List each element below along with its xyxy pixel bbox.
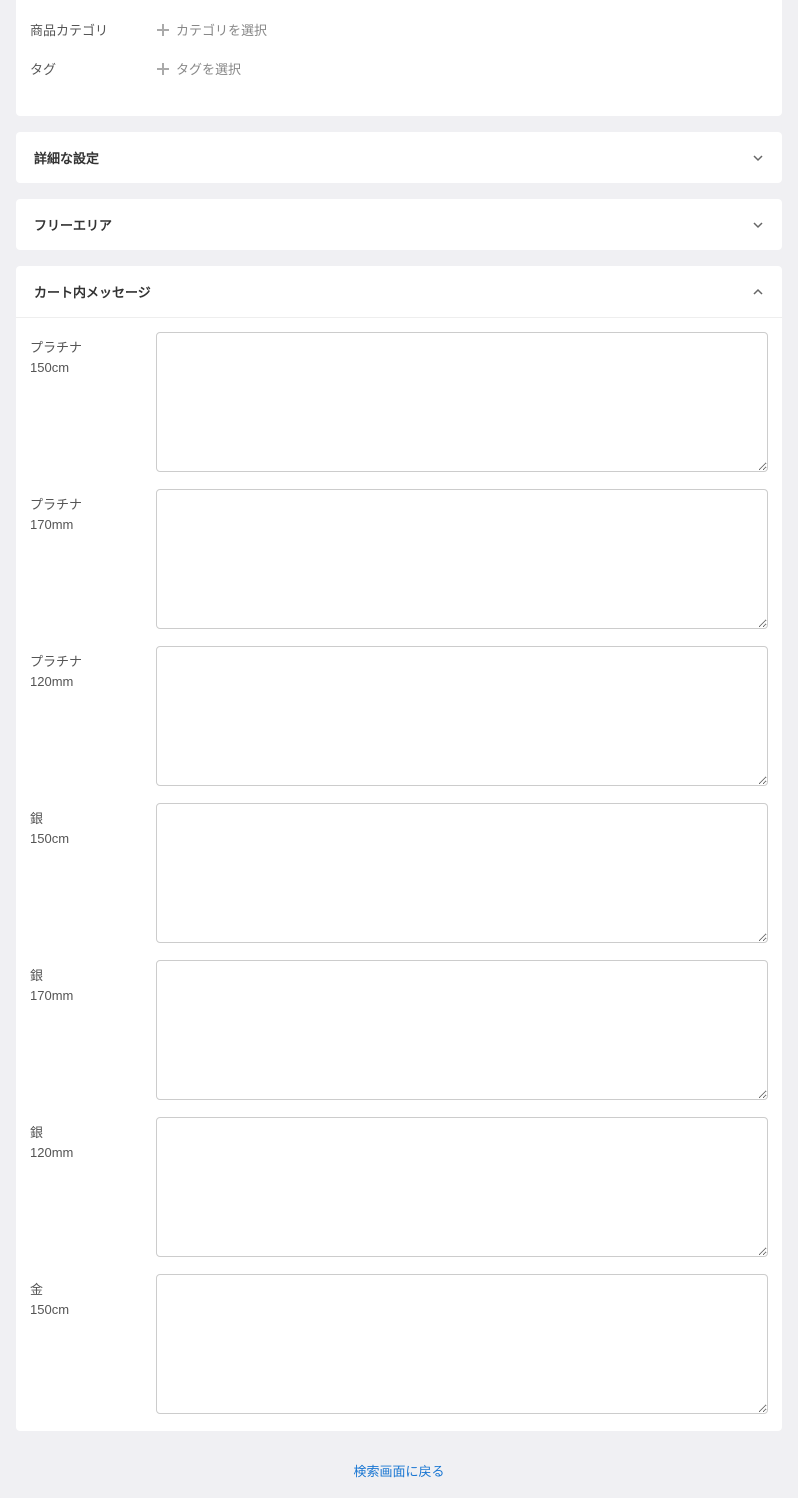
cart-message-field: [156, 332, 768, 475]
cart-message-row: 銀 150cm: [30, 803, 768, 946]
free-area-panel: フリーエリア: [16, 199, 782, 250]
cart-message-label: 銀 150cm: [30, 803, 156, 848]
cart-message-label: プラチナ 120mm: [30, 646, 156, 691]
cart-message-body: プラチナ 150cm プラチナ 170mm プラチナ 120mm 銀 150cm 銀 1…: [16, 317, 782, 1431]
free-area-title: フリーエリア: [34, 215, 112, 234]
cart-message-label: プラチナ 150cm: [30, 332, 156, 377]
category-label: 商品カテゴリ: [30, 20, 156, 39]
advanced-settings-panel: 詳細な設定: [16, 132, 782, 183]
cart-message-field: [156, 489, 768, 632]
advanced-settings-title: 詳細な設定: [34, 148, 99, 167]
cart-message-row: プラチナ 170mm: [30, 489, 768, 632]
cart-message-row: プラチナ 120mm: [30, 646, 768, 789]
cart-message-textarea[interactable]: [156, 1274, 768, 1414]
select-category-text: カテゴリを選択: [176, 20, 267, 39]
tag-row: タグ タグを選択: [30, 49, 768, 88]
cart-message-field: [156, 960, 768, 1103]
cart-message-row: 銀 120mm: [30, 1117, 768, 1260]
advanced-settings-header[interactable]: 詳細な設定: [16, 132, 782, 183]
cart-message-textarea[interactable]: [156, 646, 768, 786]
cart-message-textarea[interactable]: [156, 803, 768, 943]
cart-message-header[interactable]: カート内メッセージ: [16, 266, 782, 317]
cart-message-label: 金 150cm: [30, 1274, 156, 1319]
chevron-up-icon: [752, 286, 764, 298]
plus-icon: [156, 23, 170, 37]
cart-message-row: 銀 170mm: [30, 960, 768, 1103]
free-area-header[interactable]: フリーエリア: [16, 199, 782, 250]
chevron-down-icon: [752, 219, 764, 231]
category-row: 商品カテゴリ カテゴリを選択: [30, 10, 768, 49]
cart-message-field: [156, 1117, 768, 1260]
plus-icon: [156, 62, 170, 76]
cart-message-field: [156, 1274, 768, 1417]
cart-message-panel: カート内メッセージ プラチナ 150cm プラチナ 170mm プラチナ 120mm…: [16, 266, 782, 1431]
cart-message-field: [156, 646, 768, 789]
chevron-down-icon: [752, 152, 764, 164]
cart-message-textarea[interactable]: [156, 1117, 768, 1257]
meta-panel: 商品カテゴリ カテゴリを選択 タグ タグを選択: [16, 0, 782, 116]
select-tag-text: タグを選択: [176, 59, 241, 78]
cart-message-label: 銀 170mm: [30, 960, 156, 1005]
cart-message-label: プラチナ 170mm: [30, 489, 156, 534]
cart-message-title: カート内メッセージ: [34, 282, 151, 301]
select-tag-action[interactable]: タグを選択: [156, 59, 241, 78]
back-to-search-link[interactable]: 検索画面に戻る: [353, 1464, 444, 1479]
cart-message-field: [156, 803, 768, 946]
cart-message-textarea[interactable]: [156, 332, 768, 472]
cart-message-label: 銀 120mm: [30, 1117, 156, 1162]
cart-message-row: 金 150cm: [30, 1274, 768, 1417]
tag-label: タグ: [30, 59, 156, 78]
cart-message-textarea[interactable]: [156, 489, 768, 629]
select-category-action[interactable]: カテゴリを選択: [156, 20, 267, 39]
cart-message-textarea[interactable]: [156, 960, 768, 1100]
back-link-container: 検索画面に戻る: [16, 1447, 782, 1482]
cart-message-row: プラチナ 150cm: [30, 332, 768, 475]
